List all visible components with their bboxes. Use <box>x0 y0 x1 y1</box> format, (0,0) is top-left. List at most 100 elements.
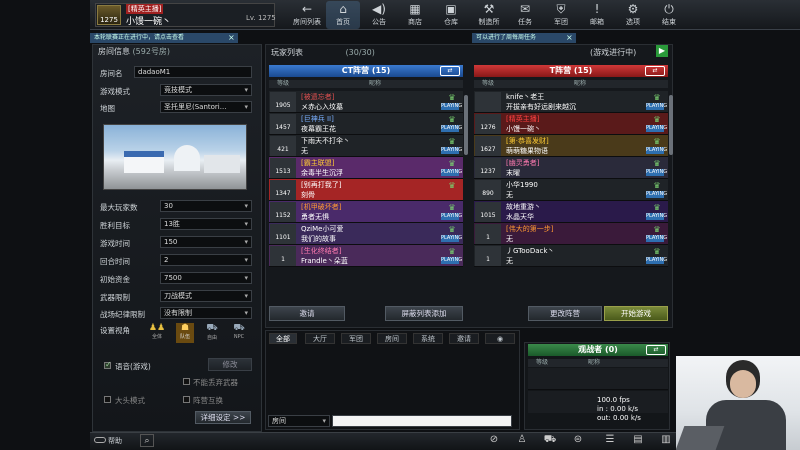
player-slot[interactable]: 1 丿GTooDack丶无 PLAYING ♛ <box>474 245 668 267</box>
close-icon[interactable]: × <box>566 33 576 43</box>
view-free-option[interactable]: ⛟ 自由 <box>203 323 221 343</box>
player-slot[interactable]: 1457 [巨神兵 II] 夜幕霸王花 PLAYING ♛ <box>269 113 463 135</box>
observer-slot[interactable] <box>528 368 668 390</box>
no-drop-weapon-checkbox[interactable] <box>183 378 190 385</box>
nav-notice[interactable]: ◀) 公告 <box>362 1 396 29</box>
search-icon[interactable]: ⌕ <box>140 434 154 447</box>
change-team-button[interactable]: 更改阵营 <box>528 306 602 321</box>
ct-columns: 等级 昵称 <box>269 80 463 88</box>
swap-icon[interactable]: ⇄ <box>646 345 666 355</box>
chat-tab-system[interactable]: 系统 <box>413 333 443 344</box>
league-banner[interactable]: 本轮联赛正在进行中，请点击查看 <box>90 33 238 43</box>
round-time-select[interactable]: 2 <box>160 254 252 266</box>
nav-craft[interactable]: ⚒ 制造所 <box>472 1 506 29</box>
back-arrow-icon: ← <box>301 2 313 16</box>
rank-icon: ♛ <box>448 225 456 234</box>
player-slot[interactable]: 890 小华1990 无 PLAYING ♛ <box>474 179 668 201</box>
observer-columns: 等级 昵称 <box>528 359 668 367</box>
nav-home[interactable]: ⌂ 首页 <box>326 1 360 29</box>
nav-task[interactable]: ✉ 任务 <box>508 1 542 29</box>
chat-options-icon[interactable]: ◉ <box>485 333 515 344</box>
max-players-select[interactable]: 30 <box>160 200 252 212</box>
playing-status: PLAYING <box>646 235 668 242</box>
chat-tab-legion[interactable]: 军团 <box>341 333 371 344</box>
room-name-field[interactable]: dadaoM1 <box>134 66 252 78</box>
t-team-header[interactable]: T阵营 (15) <box>474 65 668 77</box>
player-level: Lv. 1275 <box>246 14 276 22</box>
player-slot[interactable]: 1101 QziMe小可爱 我们的故事 PLAYING ♛ <box>269 223 463 245</box>
player-slot[interactable]: 1015 故地重游丶 水晶天华 PLAYING ♛ <box>474 201 668 223</box>
list-icon[interactable]: ☰ <box>603 434 617 448</box>
player-title: [精英主播] <box>126 4 164 14</box>
player-title: [第·恭喜发财] <box>506 137 549 145</box>
weapon-limit-select[interactable]: 刀战模式 <box>160 290 252 302</box>
room-name-label: 房间名 <box>100 69 123 78</box>
weapon-limit-label: 武器限制 <box>100 293 130 302</box>
nav-options[interactable]: ⚙ 选项 <box>616 1 650 29</box>
calendar-icon[interactable]: ▤ <box>631 434 645 448</box>
map-select[interactable]: 圣托里尼(Santori... <box>160 101 252 113</box>
view-npc-option[interactable]: ⛟ NPC <box>230 323 248 343</box>
ct-team-header[interactable]: CT阵营 (15) <box>269 65 463 77</box>
coin-icon[interactable]: ⊜ <box>571 434 585 448</box>
voice-checkbox[interactable]: ✓ <box>104 360 112 369</box>
chat-input[interactable] <box>332 415 512 427</box>
nav-shop[interactable]: ▦ 商店 <box>398 1 432 29</box>
player-slot[interactable]: 1237 [幽灵勇者] 末曜 PLAYING ♛ <box>474 157 668 179</box>
person-icon[interactable]: ♙ <box>515 434 529 448</box>
detail-settings-button[interactable]: 详细设定 >> <box>195 411 251 424</box>
player-slot[interactable]: 1347 [别再打我了] 刻骨 ♛ <box>269 179 463 201</box>
t-scrollbar[interactable] <box>669 95 673 155</box>
player-slot[interactable]: 1 [生化终结者] Frandle丶朵蓝 PLAYING ♛ <box>269 245 463 267</box>
rank-badge: 1275 <box>97 5 121 25</box>
win-target-select[interactable]: 13胜 <box>160 218 252 230</box>
chat-channel-select[interactable]: 房间 <box>268 415 330 427</box>
player-slot[interactable]: 1905 [被遗忘者] メ赤心入坟墓 PLAYING ♛ <box>269 91 463 113</box>
level-badge: 1457 <box>270 114 296 134</box>
player-slot[interactable]: 1 [伟大的第一步] 无 PLAYING ♛ <box>474 223 668 245</box>
game-time-select[interactable]: 150 <box>160 236 252 248</box>
nav-room-list[interactable]: ← 房间列表 <box>290 1 324 29</box>
player-slot[interactable]: knife丶老王 开拔亲有好远剧来越沉 PLAYING ♛ <box>474 91 668 113</box>
chat-tab-lobby[interactable]: 大厅 <box>305 333 335 344</box>
player-slot[interactable]: 1627 [第·恭喜发财] 萌萌糖果物语 PLAYING ♛ <box>474 135 668 157</box>
invite-button[interactable]: 邀请 <box>269 306 345 321</box>
modify-button[interactable]: 修改 <box>208 358 252 371</box>
start-game-button[interactable]: 开始游戏 <box>604 306 668 321</box>
chart-icon[interactable]: ▥ <box>659 434 673 448</box>
player-nickname: 勇者无惧 <box>301 213 329 221</box>
weekly-task-banner[interactable]: 可以进行了周每周任务 <box>472 33 576 43</box>
view-all-option[interactable]: ♟♟ 全体 <box>148 323 166 343</box>
compass-icon[interactable]: ⊘ <box>487 434 501 448</box>
swap-icon[interactable]: ⇄ <box>440 66 460 76</box>
close-icon[interactable]: × <box>228 33 238 43</box>
help-button[interactable]: 帮助 <box>94 436 130 447</box>
nav-mail[interactable]: ! 邮箱 <box>580 1 614 29</box>
team-switch-checkbox[interactable] <box>183 396 190 403</box>
view-team-option[interactable]: ☗ 队伍 <box>176 323 194 343</box>
block-list-button[interactable]: 屏蔽列表添加 <box>385 306 463 321</box>
rank-icon: ♛ <box>653 93 661 102</box>
player-nickname: 无 <box>506 191 513 199</box>
view-label: 设置视角 <box>100 326 130 335</box>
chat-tab-all[interactable]: 全部 <box>269 333 297 344</box>
cart-icon[interactable]: ⛟ <box>543 434 557 448</box>
chat-tab-room[interactable]: 房间 <box>377 333 407 344</box>
game-mode-select[interactable]: 竞技模式 <box>160 84 252 96</box>
nav-legion[interactable]: ⛨ 军团 <box>544 1 578 29</box>
chat-tab-invite[interactable]: 邀请 <box>449 333 479 344</box>
play-icon[interactable]: ▶ <box>656 45 668 57</box>
ct-scrollbar[interactable] <box>464 95 468 155</box>
task-icon: ✉ <box>519 2 531 16</box>
nav-warehouse[interactable]: ▣ 仓库 <box>434 1 468 29</box>
player-slot[interactable]: 1276 [精英主播] 小馒一碗丶 PLAYING ♛ <box>474 113 668 135</box>
discipline-select[interactable]: 没有限制 <box>160 307 252 319</box>
player-slot[interactable]: 421 下雨天不打伞丶无 PLAYING ♛ <box>269 135 463 157</box>
player-slot[interactable]: 1513 [霸主联盟] 余毒半生沉浮 PLAYING ♛ <box>269 157 463 179</box>
start-money-select[interactable]: 7500 <box>160 272 252 284</box>
playing-status: PLAYING <box>646 213 668 220</box>
nav-exit[interactable]: ⏻ 结束 <box>652 1 686 29</box>
player-slot[interactable]: 1152 [机甲破坏者] 勇者无惧 PLAYING ♛ <box>269 201 463 223</box>
big-head-checkbox[interactable] <box>104 396 111 403</box>
swap-icon[interactable]: ⇄ <box>645 66 665 76</box>
